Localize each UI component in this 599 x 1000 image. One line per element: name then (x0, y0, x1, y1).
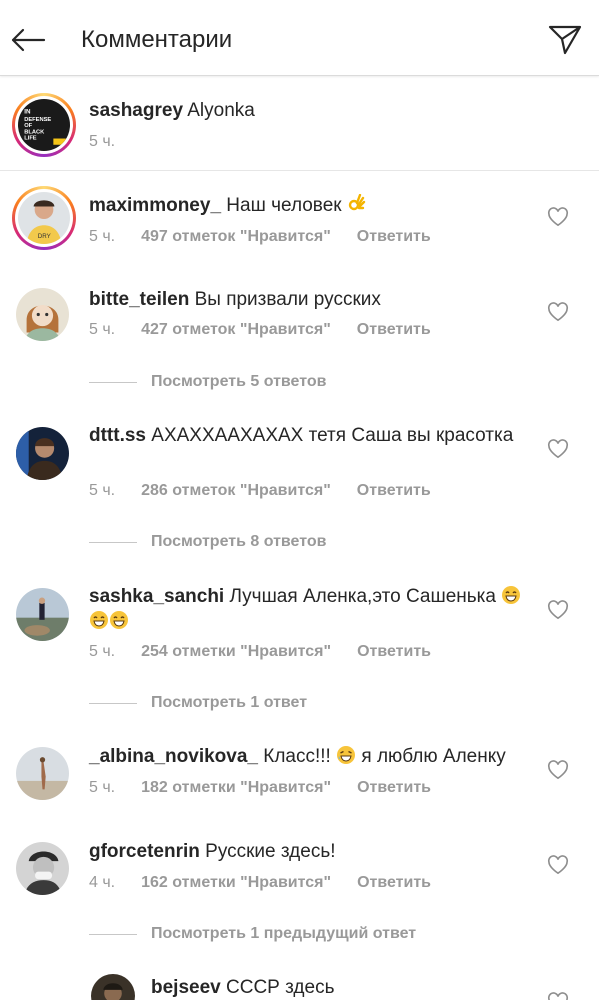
heart-icon[interactable] (547, 302, 569, 322)
username[interactable]: gforcetenrin (89, 841, 200, 862)
username[interactable]: bitte_teilen (89, 289, 189, 310)
svg-text:LIFE: LIFE (24, 136, 37, 142)
avatar[interactable] (16, 842, 69, 895)
heart-icon[interactable] (547, 855, 569, 875)
reply-button[interactable]: Ответить (357, 482, 431, 499)
username[interactable]: maximmoney_ (89, 195, 221, 216)
post-caption: IN DEFENSE OF BLACK LIFE sashagrey Alyonka 5… (0, 76, 599, 171)
heart-icon[interactable] (547, 207, 569, 227)
username[interactable]: bejseev (151, 977, 221, 998)
reply-button[interactable]: Ответить (357, 779, 431, 796)
laughing-emoji-icon (337, 746, 356, 764)
view-replies[interactable]: Посмотреть 8 ответов (89, 532, 509, 552)
comment-meta: 5 ч. 182 отметки "Нравится" Ответить (89, 779, 431, 796)
comment-text: sashka_sanchi Лучшая Аленка,это Сашенька (89, 584, 529, 634)
caption-text: sashagrey Alyonka (89, 100, 255, 121)
comment-text: gforcetenrin Русские здесь! (89, 841, 336, 862)
username[interactable]: sashagrey (89, 100, 183, 121)
view-replies[interactable]: Посмотреть 1 предыдущий ответ (89, 924, 509, 944)
avatar[interactable]: DRY (12, 186, 76, 250)
share-button[interactable] (545, 20, 585, 60)
comment-meta: 5 ч. 254 отметки "Нравится" Ответить (89, 643, 431, 660)
avatar[interactable] (91, 974, 135, 1000)
view-replies[interactable]: Посмотреть 5 ответов (89, 372, 509, 392)
divider (89, 933, 137, 935)
avatar[interactable]: IN DEFENSE OF BLACK LIFE (12, 93, 76, 157)
avatar[interactable] (16, 427, 69, 480)
svg-text:BLACK: BLACK (24, 129, 45, 135)
svg-text:DRY: DRY (38, 233, 52, 240)
comment-meta: 5 ч. 427 отметок "Нравится" Ответить (89, 321, 431, 338)
comment-text: dttt.ss АХАХХААХАХАХ тетя Саша вы красот… (89, 425, 514, 446)
svg-text:OF: OF (24, 123, 32, 129)
page-title: Комментарии (81, 26, 233, 53)
reply-button[interactable]: Ответить (357, 643, 431, 660)
likes-count[interactable]: 182 отметки "Нравится" (141, 779, 331, 796)
top-bar: Комментарии (0, 0, 599, 76)
svg-text:IN: IN (24, 109, 31, 116)
caption-meta: 5 ч. (89, 133, 116, 150)
username[interactable]: dttt.ss (89, 425, 146, 446)
likes-count[interactable]: 497 отметок "Нравится" (141, 228, 331, 245)
avatar[interactable] (16, 288, 69, 341)
heart-icon[interactable] (547, 760, 569, 780)
likes-count[interactable]: 254 отметки "Нравится" (141, 643, 331, 660)
likes-count[interactable]: 286 отметок "Нравится" (141, 482, 331, 499)
heart-icon[interactable] (547, 600, 569, 620)
comment-text: _albina_novikova_ Класс!!! я люблю Аленк… (89, 746, 506, 767)
paper-plane-icon (548, 25, 582, 55)
comment-meta: 5 ч. 497 отметок "Нравится" Ответить (89, 228, 431, 245)
ok-hand-emoji-icon (348, 194, 366, 211)
comment-text: bejseev СССР здесь (151, 977, 335, 998)
divider (89, 702, 137, 704)
comment-meta: 5 ч. 286 отметок "Нравится" Ответить (89, 482, 431, 499)
avatar[interactable] (16, 588, 69, 641)
comment-text: maximmoney_ Наш человек (89, 193, 529, 218)
likes-count[interactable]: 427 отметок "Нравится" (141, 321, 331, 338)
arrow-left-icon (11, 28, 46, 52)
likes-count[interactable]: 162 отметки "Нравится" (141, 874, 331, 891)
svg-text:DEFENSE: DEFENSE (24, 117, 51, 123)
username[interactable]: sashka_sanchi (89, 586, 224, 607)
avatar[interactable] (16, 747, 69, 800)
divider (89, 381, 137, 383)
divider (89, 541, 137, 543)
heart-icon[interactable] (547, 992, 569, 1000)
back-button[interactable] (6, 20, 50, 60)
heart-icon[interactable] (547, 439, 569, 459)
reply-button[interactable]: Ответить (357, 228, 431, 245)
comment-text: bitte_teilen Вы призвали русских (89, 289, 381, 310)
comment-meta: 4 ч. 162 отметки "Нравится" Ответить (89, 874, 431, 891)
username[interactable]: _albina_novikova_ (89, 746, 258, 767)
reply-button[interactable]: Ответить (357, 321, 431, 338)
view-replies[interactable]: Посмотреть 1 ответ (89, 693, 509, 713)
reply-button[interactable]: Ответить (357, 874, 431, 891)
